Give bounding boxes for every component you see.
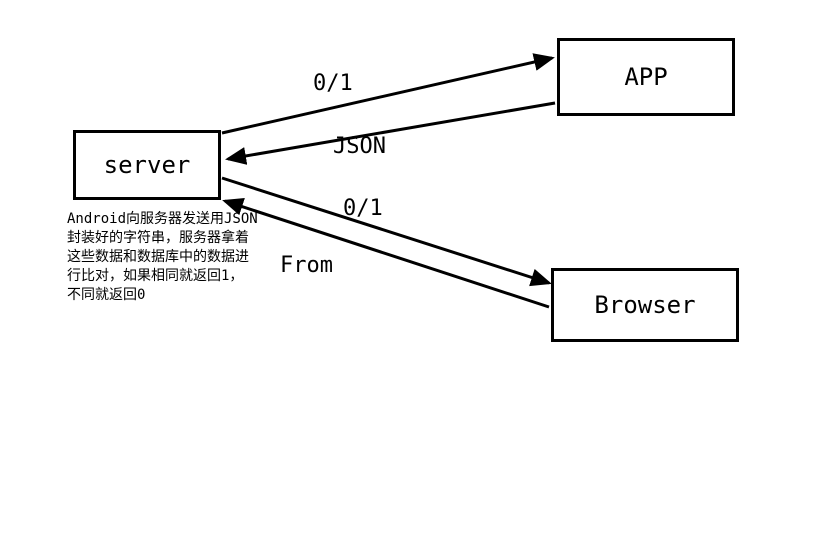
edge-label-server-to-browser: 0/1 bbox=[343, 196, 383, 221]
arrow-browser-to-server bbox=[225, 201, 549, 307]
node-browser: Browser bbox=[551, 268, 739, 342]
node-server: server bbox=[73, 130, 221, 200]
diagram-canvas: server APP Browser 0/1 JSON 0/1 From And… bbox=[0, 0, 819, 536]
edge-label-app-to-server: JSON bbox=[333, 134, 386, 159]
node-server-label: server bbox=[104, 151, 191, 179]
node-app: APP bbox=[557, 38, 735, 116]
arrow-server-to-app bbox=[222, 58, 552, 133]
edge-label-browser-to-server: From bbox=[280, 253, 333, 278]
node-app-label: APP bbox=[624, 63, 667, 91]
arrow-app-to-server bbox=[228, 103, 555, 159]
edge-label-server-to-app: 0/1 bbox=[313, 71, 353, 96]
arrow-server-to-browser bbox=[222, 178, 549, 283]
server-description: Android向服务器发送用JSON 封装好的字符串，服务器拿着 这些数据和数据… bbox=[67, 210, 258, 304]
node-browser-label: Browser bbox=[594, 291, 695, 319]
